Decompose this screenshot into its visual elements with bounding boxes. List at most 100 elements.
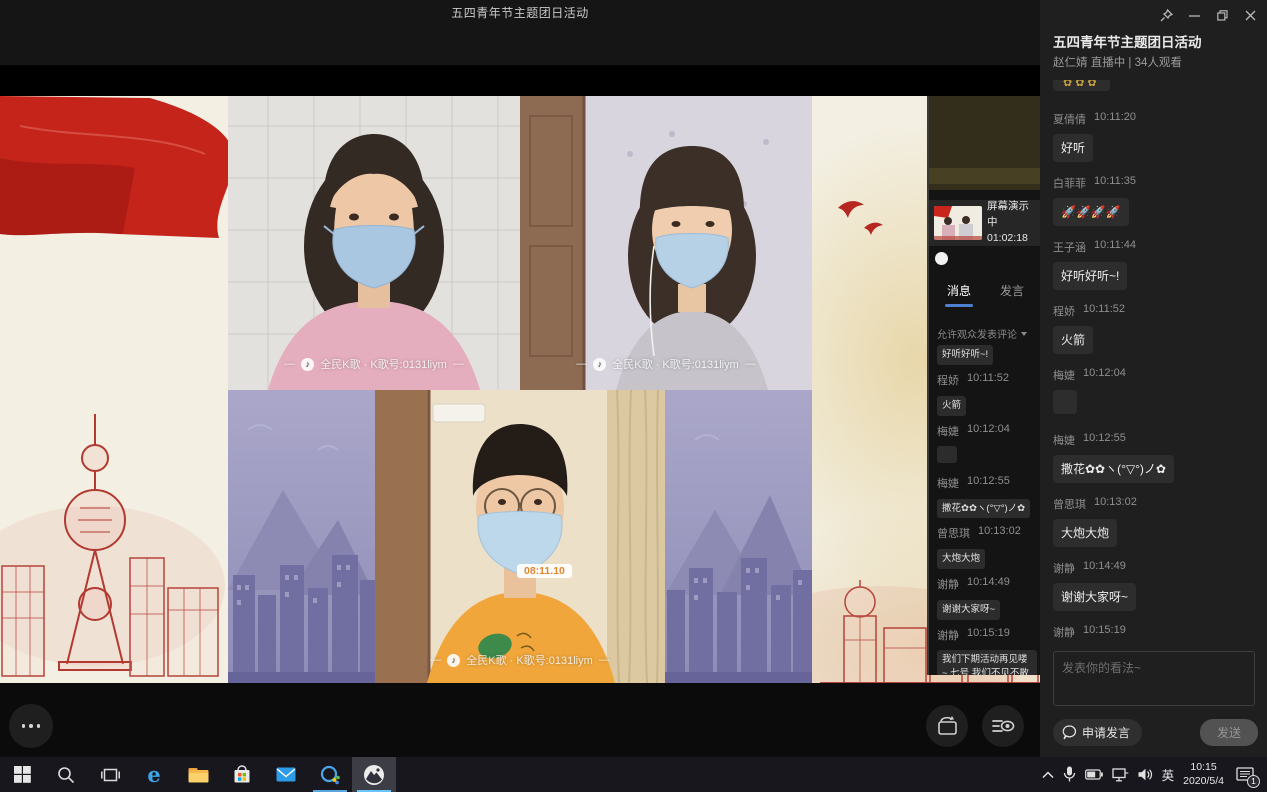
message-bubble: 好听 [1053, 134, 1093, 162]
ime-language-indicator[interactable]: 英 [1162, 765, 1175, 784]
sender-name: 曾思琪 [1053, 496, 1086, 512]
message-bubble: 大炮大炮 [1053, 519, 1117, 547]
sender-name: 夏倩倩 [1053, 111, 1086, 127]
message-time: 10:12:04 [1083, 367, 1126, 383]
video-feed-top-left [228, 96, 520, 390]
tencent-app-button[interactable] [308, 757, 352, 792]
live-window: 五四青年节主题团日活动 [0, 0, 1040, 757]
presenter-video-sliver [929, 96, 1040, 190]
sender-name: 曾思琪 [937, 525, 970, 541]
allow-comments-dropdown[interactable]: 允许观众发表评论 [937, 326, 1027, 341]
panel-chat-message: 好听好听~! [937, 344, 1037, 365]
message-time: 10:13:02 [978, 525, 1021, 541]
message-time: 10:11:44 [1094, 239, 1136, 255]
task-view-button[interactable] [88, 757, 132, 792]
live-app-icon [363, 764, 385, 786]
taskbar-search-button[interactable] [44, 757, 88, 792]
message-time: 10:11:52 [1083, 303, 1125, 319]
chat-message: 王子涵 10:11:44 好听好听~! [1053, 239, 1258, 290]
comment-input[interactable] [1053, 651, 1255, 706]
message-time: 10:15:19 [967, 627, 1010, 643]
sender-name: 梅婕 [937, 475, 959, 491]
message-bubble [937, 446, 957, 463]
video-feed-top-right [520, 96, 812, 390]
chat-message: 曾思琪 10:13:02 大炮大炮 [1053, 496, 1258, 547]
danmaku-toggle-button[interactable] [982, 705, 1024, 747]
video-timer-badge: 08:11.10 [517, 564, 572, 578]
sender-name: 梅婕 [1053, 432, 1075, 448]
screen: 五四青年节主题团日活动 [0, 0, 1267, 792]
window-title: 五四青年节主题团日活动 [0, 4, 1040, 21]
ellipsis-icon [22, 724, 41, 728]
microphone-icon[interactable] [1063, 766, 1076, 783]
message-time: 10:14:49 [967, 576, 1010, 592]
message-time: 10:15:19 [1083, 624, 1126, 640]
request-speak-button[interactable]: 申请发言 [1053, 719, 1142, 746]
minimize-button[interactable] [1183, 6, 1205, 24]
store-icon [233, 765, 251, 784]
sender-name: 白菲菲 [1053, 175, 1086, 191]
chat-message: 程娇 10:11:52 火箭 [1053, 303, 1258, 354]
message-bubble: 谢谢大家呀~ [937, 600, 1000, 620]
composer-actions: 申请发言 发送 [1053, 719, 1258, 746]
sender-name: 谢静 [937, 576, 959, 592]
panel-chat-list[interactable]: 好听好听~! 程娇 10:11:52 火箭 [937, 344, 1037, 675]
microsoft-store-button[interactable] [220, 757, 264, 792]
video-feed-bottom [375, 390, 665, 683]
window-controls [1155, 6, 1261, 24]
action-center-button[interactable]: 1 [1233, 763, 1257, 787]
file-explorer-button[interactable] [176, 757, 220, 792]
sender-name: 谢静 [937, 627, 959, 643]
restore-icon [1217, 10, 1228, 21]
share-duration: 01:02:18 [987, 231, 1037, 247]
panel-chat-message: 曾思琪 10:13:02 大炮大炮 [937, 525, 1037, 569]
chat-message-list[interactable]: ✿✿✿ 夏倩倩 10:11:20 好听 白菲菲 10:11:35 🚀🚀� [1053, 80, 1258, 640]
city-backdrop-left [228, 390, 375, 683]
chat-message: 白菲菲 10:11:35 🚀🚀🚀🚀 [1053, 175, 1258, 226]
live-app-button[interactable] [352, 757, 396, 792]
message-bubble: 好听好听~! [1053, 262, 1127, 290]
minimize-icon [1189, 10, 1200, 21]
bird-icon [838, 201, 883, 235]
video-stage: — ♪ 全民K歌 · K歌号:0131liym — — ♪ 全民K歌 · K歌号… [0, 96, 1040, 683]
wesing-logo-icon: ♪ [447, 654, 460, 667]
send-button[interactable]: 发送 [1200, 719, 1258, 746]
chat-message: 夏倩倩 10:11:20 好听 [1053, 111, 1258, 162]
tab-speak[interactable]: 发言 [1000, 282, 1024, 299]
clock-time: 10:15 [1183, 761, 1224, 775]
pin-button[interactable] [1155, 6, 1177, 24]
message-time: 10:12:55 [967, 475, 1010, 491]
edge-browser-button[interactable]: e [132, 757, 176, 792]
message-bubble: 谢谢大家呀~ [1053, 583, 1136, 611]
message-bubble: 🚀🚀🚀🚀 [1053, 198, 1129, 226]
chat-message: 谢静 10:15:19 我们下期活动再见喽~ 七号 我们不见不散~ [1053, 624, 1258, 640]
window-titlebar: 五四青年节主题团日活动 [0, 0, 1040, 96]
scroll-indicator-dot[interactable] [935, 252, 948, 265]
rotate-screen-button[interactable] [926, 705, 968, 747]
restore-button[interactable] [1211, 6, 1233, 24]
mail-app-button[interactable] [264, 757, 308, 792]
folder-icon [188, 766, 209, 783]
network-icon[interactable] [1112, 768, 1129, 782]
taskbar-clock[interactable]: 10:15 2020/5/4 [1183, 761, 1224, 788]
start-button[interactable] [0, 757, 44, 792]
chat-message: 梅婕 10:12:04 [1053, 367, 1258, 419]
close-button[interactable] [1239, 6, 1261, 24]
sender-name: 王子涵 [1053, 239, 1086, 255]
message-bubble: 火箭 [1053, 326, 1093, 354]
chat-message: ✿✿✿ [1053, 80, 1258, 96]
notification-badge: 1 [1247, 775, 1260, 788]
message-time: 10:11:20 [1094, 111, 1136, 127]
tab-messages[interactable]: 消息 [947, 282, 971, 299]
screen-share-banner[interactable]: 屏幕演示中 01:02:18 [929, 200, 1040, 246]
message-time: 10:12:04 [967, 423, 1010, 439]
chat-message: 梅婕 10:12:55 撒花✿✿ヽ(°▽°)ノ✿ [1053, 432, 1258, 483]
message-time: 10:12:55 [1083, 432, 1126, 448]
volume-icon[interactable] [1138, 768, 1153, 781]
windows-taskbar: e [0, 757, 1267, 792]
sender-name: 梅婕 [1053, 367, 1075, 383]
battery-icon[interactable] [1085, 769, 1103, 780]
edge-icon: e [147, 764, 160, 785]
more-options-button[interactable] [9, 704, 53, 748]
show-hidden-icons-chevron[interactable] [1042, 771, 1054, 779]
